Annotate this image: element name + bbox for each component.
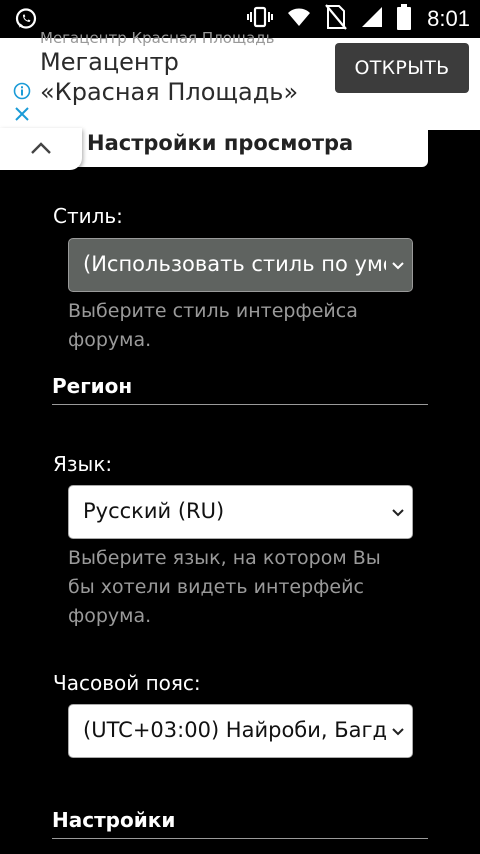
style-select[interactable]: (Использовать стиль по умолчанию) [68,238,413,292]
chevron-down-icon [390,258,406,274]
ad-close-icon[interactable] [13,105,31,123]
style-label: Стиль: [53,204,123,228]
language-select[interactable]: Русский (RU) [68,485,413,539]
ad-info-icon[interactable] [13,82,31,100]
region-section-title: Регион [52,374,428,405]
style-select-value: (Использовать стиль по умолчанию) [83,252,412,276]
battery-icon [397,4,412,34]
clock: 8:01 [427,6,470,31]
no-sim-icon [325,4,348,34]
language-label: Язык: [53,452,113,476]
signal-icon [361,6,383,32]
ad-banner[interactable]: Мегацентр Красная Площадь Мегацентр «Кра… [0,29,480,130]
collapse-ad-button[interactable] [0,128,82,170]
ad-title[interactable]: Мегацентр «Красная Площадь» [40,47,298,107]
language-select-value: Русский (RU) [83,499,225,523]
ad-cut-text: Мегацентр Красная Площадь [40,29,275,47]
timezone-label: Часовой пояс: [53,671,201,695]
view-settings-header: Настройки просмотра [52,128,428,167]
chevron-down-icon [390,724,406,740]
style-hint: Выберите стиль интерфейса форума. [68,300,358,351]
chevron-down-icon [390,505,406,521]
wifi-icon [287,6,311,32]
timezone-select-value: (UTC+03:00) Найроби, Багдад [83,718,413,742]
timezone-select[interactable]: (UTC+03:00) Найроби, Багдад [68,704,413,758]
view-settings-title: Настройки просмотра [87,131,354,155]
whatsapp-icon [14,7,38,35]
ad-title-line1: Мегацентр [40,48,179,76]
chevron-up-icon [31,142,51,154]
settings-section-title: Настройки [52,808,428,839]
ad-title-line2: «Красная Площадь» [40,78,299,106]
ad-open-button[interactable]: ОТКРЫТЬ [335,43,469,93]
language-hint: Выберите язык, на котором Вы бы хотели в… [68,547,381,627]
